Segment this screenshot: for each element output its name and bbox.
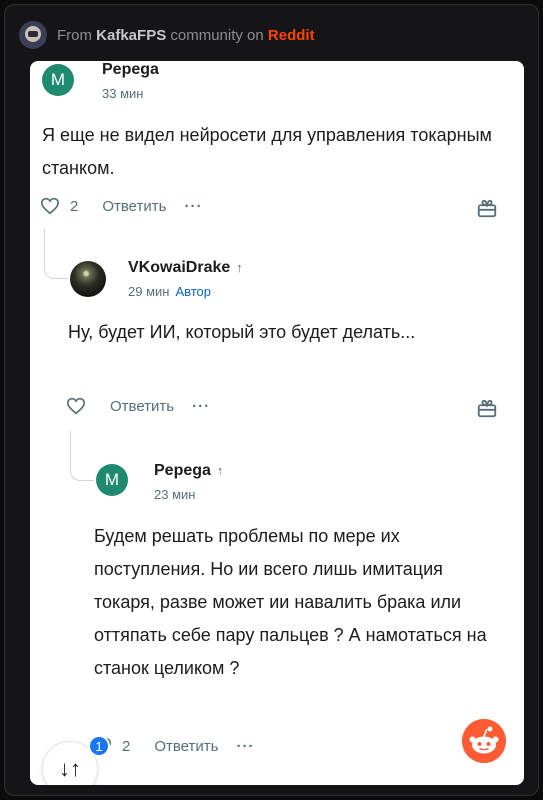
comment-actions: 2 Ответить ··· <box>92 737 254 755</box>
comment-author[interactable]: Pepega <box>102 61 159 79</box>
comment-body: Ну, будет ИИ, который это будет делать..… <box>68 322 416 342</box>
more-options-button[interactable]: ··· <box>192 398 210 415</box>
sort-icon: ↓↑ <box>59 756 81 781</box>
heart-icon[interactable] <box>40 197 60 215</box>
author-name: VKowaiDrake <box>128 259 231 276</box>
source-prefix: From <box>57 26 92 44</box>
arrow-up-icon: ↑ <box>216 463 224 478</box>
reply-button[interactable]: Ответить <box>110 398 174 415</box>
comment-body: Будем решать проблемы по мере их поступл… <box>94 526 487 678</box>
comment-meta: 29 мин Автор <box>128 284 211 299</box>
comment-time: 33 мин <box>102 86 144 101</box>
avatar[interactable]: M <box>42 64 74 96</box>
reddit-snoo-icon[interactable] <box>462 719 506 763</box>
source-middle: community on <box>170 26 264 44</box>
vote-count: 2 <box>122 737 131 755</box>
arrow-up-icon: ↑ <box>236 260 243 275</box>
community-avatar-icon[interactable] <box>19 21 47 49</box>
reply-button[interactable]: Ответить <box>154 738 218 755</box>
comment-body: Я еще не видел нейросети для управления … <box>42 125 492 178</box>
op-badge: Автор <box>175 284 212 299</box>
community-name[interactable]: KafkaFPS <box>96 27 166 44</box>
reply-button[interactable]: Ответить <box>102 198 166 215</box>
comment-thread-card: M Pepega 33 мин Я еще не видел нейросети… <box>30 61 524 785</box>
avatar[interactable]: M <box>96 464 128 496</box>
comment-time: 23 мин <box>154 487 196 502</box>
notification-badge: 1 <box>88 735 110 757</box>
gift-icon[interactable] <box>476 397 498 419</box>
avatar-letter: M <box>50 70 66 89</box>
author-name: Pepega <box>154 462 211 479</box>
comment-actions: 2 Ответить ··· <box>40 197 202 215</box>
avatar-letter: M <box>104 470 120 489</box>
comment-author[interactable]: Pepega ↑ <box>154 462 223 480</box>
heart-icon[interactable] <box>66 397 86 415</box>
thread-connector <box>70 431 94 481</box>
avatar[interactable] <box>70 261 106 297</box>
gift-icon[interactable] <box>476 197 498 219</box>
comment-author[interactable]: VKowaiDrake ↑ <box>128 259 243 277</box>
source-line: From KafkaFPS community on Reddit <box>57 27 315 44</box>
comment-actions: Ответить ··· <box>66 397 210 415</box>
more-options-button[interactable]: ··· <box>184 198 202 215</box>
comment-time: 29 мин <box>128 284 170 299</box>
vote-count: 2 <box>70 197 79 215</box>
source-header: From KafkaFPS community on Reddit <box>19 21 315 49</box>
platform-name[interactable]: Reddit <box>268 27 315 44</box>
more-options-button[interactable]: ··· <box>236 738 254 755</box>
thread-connector <box>44 229 68 279</box>
